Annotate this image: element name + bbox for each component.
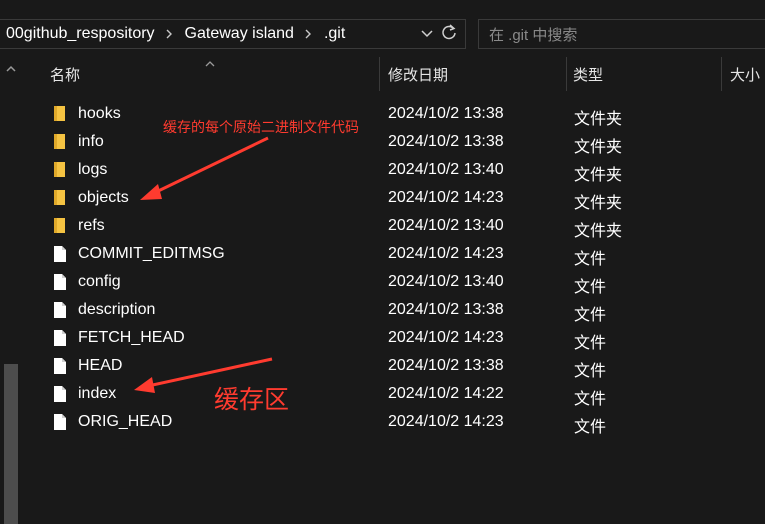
file-type: 文件 [574, 391, 607, 408]
file-type: 文件 [574, 251, 607, 268]
file-row[interactable]: description 2024/10/2 13:38 文件 [24, 296, 765, 324]
file-name: description [78, 301, 156, 318]
file-modified: 2024/10/2 13:38 [388, 133, 504, 150]
file-row[interactable]: logs 2024/10/2 13:40 文件夹 [24, 156, 765, 184]
file-name: config [78, 273, 121, 290]
scrollbar-thumb[interactable] [4, 364, 18, 524]
scrollbar[interactable] [0, 56, 22, 524]
column-header-name[interactable]: 名称 [50, 56, 80, 92]
file-name: HEAD [78, 357, 123, 374]
column-divider[interactable] [566, 57, 567, 91]
folder-icon [52, 105, 68, 123]
file-name: logs [78, 161, 108, 178]
file-modified: 2024/10/2 14:23 [388, 189, 504, 206]
toolbar: 00github_respository Gateway island .git… [0, 0, 765, 64]
file-type: 文件夹 [574, 167, 623, 184]
file-name: FETCH_HEAD [78, 329, 185, 346]
file-modified: 2024/10/2 13:38 [388, 301, 504, 318]
file-modified: 2024/10/2 14:23 [388, 413, 504, 430]
file-type: 文件夹 [574, 223, 623, 240]
file-row[interactable]: COMMIT_EDITMSG 2024/10/2 14:23 文件 [24, 240, 765, 268]
file-icon [52, 301, 68, 319]
file-type: 文件 [574, 419, 607, 436]
column-divider[interactable] [721, 57, 722, 91]
column-header-modified[interactable]: 修改日期 [388, 56, 448, 92]
file-type: 文件 [574, 335, 607, 352]
file-type: 文件夹 [574, 111, 623, 128]
file-name: refs [78, 217, 105, 234]
annotation-index-note: 缓存区 [214, 386, 290, 414]
annotation-objects-note: 缓存的每个原始二进制文件代码 [163, 119, 359, 135]
chevron-up-icon[interactable] [4, 62, 18, 74]
file-row[interactable]: config 2024/10/2 13:40 文件 [24, 268, 765, 296]
file-modified: 2024/10/2 13:38 [388, 105, 504, 122]
folder-icon [52, 161, 68, 179]
file-type: 文件夹 [574, 139, 623, 156]
file-icon [52, 329, 68, 347]
chevron-right-icon[interactable] [155, 29, 177, 39]
folder-icon [52, 189, 68, 207]
file-icon [52, 413, 68, 431]
file-name: COMMIT_EDITMSG [78, 245, 225, 262]
refresh-icon[interactable] [441, 23, 457, 46]
file-modified: 2024/10/2 13:38 [388, 357, 504, 374]
breadcrumb-00github-respository[interactable]: 00github_respository [0, 25, 155, 43]
file-type: 文件 [574, 363, 607, 380]
file-icon [52, 273, 68, 291]
folder-icon [52, 133, 68, 151]
file-modified: 2024/10/2 13:40 [388, 161, 504, 178]
file-icon [52, 357, 68, 375]
file-row[interactable]: HEAD 2024/10/2 13:38 文件 [24, 352, 765, 380]
file-name: objects [78, 189, 129, 206]
file-row[interactable]: index 2024/10/2 14:22 文件 [24, 380, 765, 408]
address-bar[interactable]: 00github_respository Gateway island .git [0, 19, 466, 49]
file-icon [52, 385, 68, 403]
search-input[interactable]: 在 .git 中搜索 [478, 19, 765, 49]
file-name: ORIG_HEAD [78, 413, 173, 430]
file-modified: 2024/10/2 14:23 [388, 329, 504, 346]
file-name: index [78, 385, 117, 402]
column-header-size[interactable]: 大小 [730, 56, 760, 92]
breadcrumb-git[interactable]: .git [316, 25, 345, 43]
file-type: 文件 [574, 307, 607, 324]
file-row[interactable]: FETCH_HEAD 2024/10/2 14:23 文件 [24, 324, 765, 352]
file-modified: 2024/10/2 14:23 [388, 245, 504, 262]
file-modified: 2024/10/2 14:22 [388, 385, 504, 402]
file-modified: 2024/10/2 13:40 [388, 217, 504, 234]
file-row[interactable]: refs 2024/10/2 13:40 文件夹 [24, 212, 765, 240]
file-row[interactable]: ORIG_HEAD 2024/10/2 14:23 文件 [24, 408, 765, 436]
column-header-type[interactable]: 类型 [573, 56, 603, 92]
file-type: 文件 [574, 279, 607, 296]
column-divider[interactable] [379, 57, 380, 91]
file-name: info [78, 133, 104, 150]
chevron-down-icon[interactable] [421, 25, 433, 43]
file-modified: 2024/10/2 13:40 [388, 273, 504, 290]
sort-ascending-icon [203, 56, 217, 67]
file-icon [52, 245, 68, 263]
file-type: 文件夹 [574, 195, 623, 212]
chevron-right-icon[interactable] [294, 29, 316, 39]
file-name: hooks [78, 105, 121, 122]
folder-icon [52, 217, 68, 235]
file-row[interactable]: objects 2024/10/2 14:23 文件夹 [24, 184, 765, 212]
breadcrumb-gateway-island[interactable]: Gateway island [177, 25, 294, 43]
file-row[interactable]: hooks 2024/10/2 13:38 文件夹 [24, 100, 765, 128]
file-row[interactable]: info 2024/10/2 13:38 文件夹 [24, 128, 765, 156]
